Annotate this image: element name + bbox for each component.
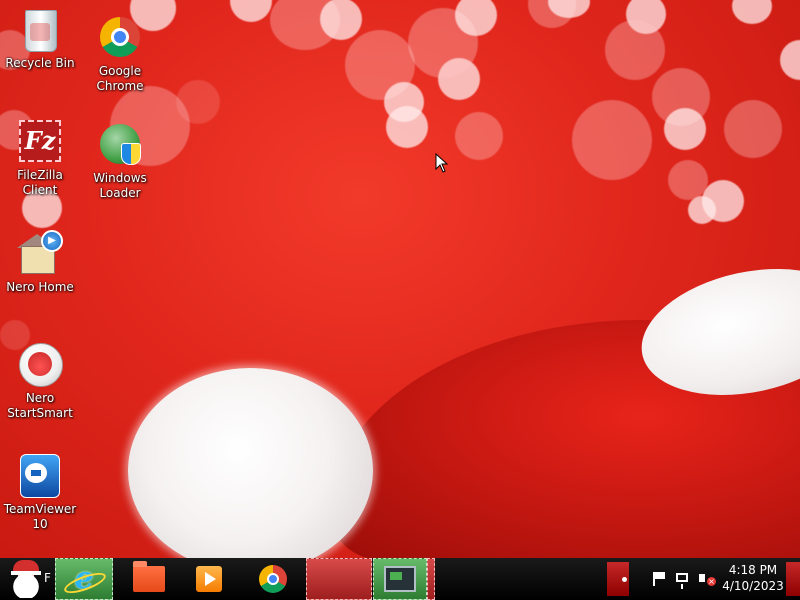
desktop-icon-label: Recycle Bin	[5, 56, 75, 70]
santa-hat-pompom	[128, 368, 373, 558]
bokeh-light	[724, 100, 782, 158]
taskbar-slot-edge	[427, 558, 435, 600]
monitor-icon	[384, 566, 416, 592]
desktop-icon-nero-home[interactable]: ▶ Nero Home	[0, 230, 80, 295]
taskbar: F e × 4:18 PM 4/10/2023	[0, 558, 800, 600]
desktop-icon-label: FileZilla Client	[17, 168, 63, 197]
start-label: F	[44, 571, 51, 585]
bokeh-light	[780, 40, 800, 80]
action-center-flag-icon[interactable]	[650, 570, 668, 588]
taskbar-remote-desktop[interactable]	[373, 558, 427, 600]
desktop-icon-label: Nero StartSmart	[7, 391, 73, 420]
desktop-icon-label: TeamViewer 10	[3, 502, 77, 531]
desktop-icon-recycle-bin[interactable]: Recycle Bin	[0, 6, 80, 71]
nero-startsmart-icon	[17, 341, 63, 387]
desktop-icon-label: Nero Home	[6, 280, 74, 294]
teamviewer-icon	[17, 452, 63, 498]
bokeh-light	[664, 108, 706, 150]
bokeh-light	[732, 0, 772, 24]
santa-start-icon	[9, 560, 43, 598]
taskbar-media-player[interactable]	[180, 558, 238, 600]
desktop-icon-nero-startsmart[interactable]: Nero StartSmart	[0, 341, 80, 421]
bokeh-light	[176, 80, 220, 124]
filezilla-icon: Fz	[17, 118, 63, 164]
volume-muted-icon[interactable]: ×	[698, 570, 716, 588]
network-icon[interactable]	[674, 570, 692, 589]
clock-date: 4/10/2023	[722, 579, 784, 593]
bokeh-light	[688, 196, 716, 224]
recycle-bin-icon	[17, 6, 63, 52]
notification-area-button[interactable]	[607, 562, 629, 596]
taskbar-internet-explorer[interactable]: e	[55, 558, 113, 600]
taskbar-file-explorer[interactable]	[120, 558, 178, 600]
bokeh-light	[572, 100, 652, 180]
taskbar-clock[interactable]: 4:18 PM 4/10/2023	[722, 562, 784, 594]
media-player-icon	[196, 566, 222, 592]
bokeh-light	[320, 0, 362, 40]
desktop-wallpaper: Recycle Bin Google Chrome Fz FileZilla C…	[0, 0, 800, 558]
chrome-icon	[259, 565, 287, 593]
clock-time: 4:18 PM	[728, 563, 778, 577]
bokeh-light	[386, 106, 428, 148]
taskbar-chrome[interactable]	[244, 558, 302, 600]
internet-explorer-icon: e	[61, 564, 109, 598]
start-button[interactable]: F	[0, 558, 52, 600]
bokeh-light	[455, 0, 497, 36]
taskbar-empty-slot[interactable]	[306, 558, 372, 600]
google-chrome-icon	[97, 14, 143, 60]
bokeh-light	[605, 20, 665, 80]
folder-icon	[133, 561, 165, 592]
desktop-icon-teamviewer[interactable]: TeamViewer 10	[0, 452, 80, 532]
desktop-icon-google-chrome[interactable]: Google Chrome	[80, 14, 160, 94]
desktop-icon-windows-loader[interactable]: Windows Loader	[80, 121, 160, 201]
bokeh-light	[230, 0, 272, 22]
bokeh-light	[455, 112, 503, 160]
windows-loader-icon	[97, 121, 143, 167]
bokeh-light	[668, 160, 708, 200]
desktop-icon-label: Windows Loader	[93, 171, 147, 200]
nero-home-icon: ▶	[17, 230, 63, 276]
desktop-icon-label: Google Chrome	[96, 64, 144, 93]
show-desktop-button[interactable]	[786, 562, 800, 596]
desktop-icon-filezilla[interactable]: Fz FileZilla Client	[0, 118, 80, 198]
